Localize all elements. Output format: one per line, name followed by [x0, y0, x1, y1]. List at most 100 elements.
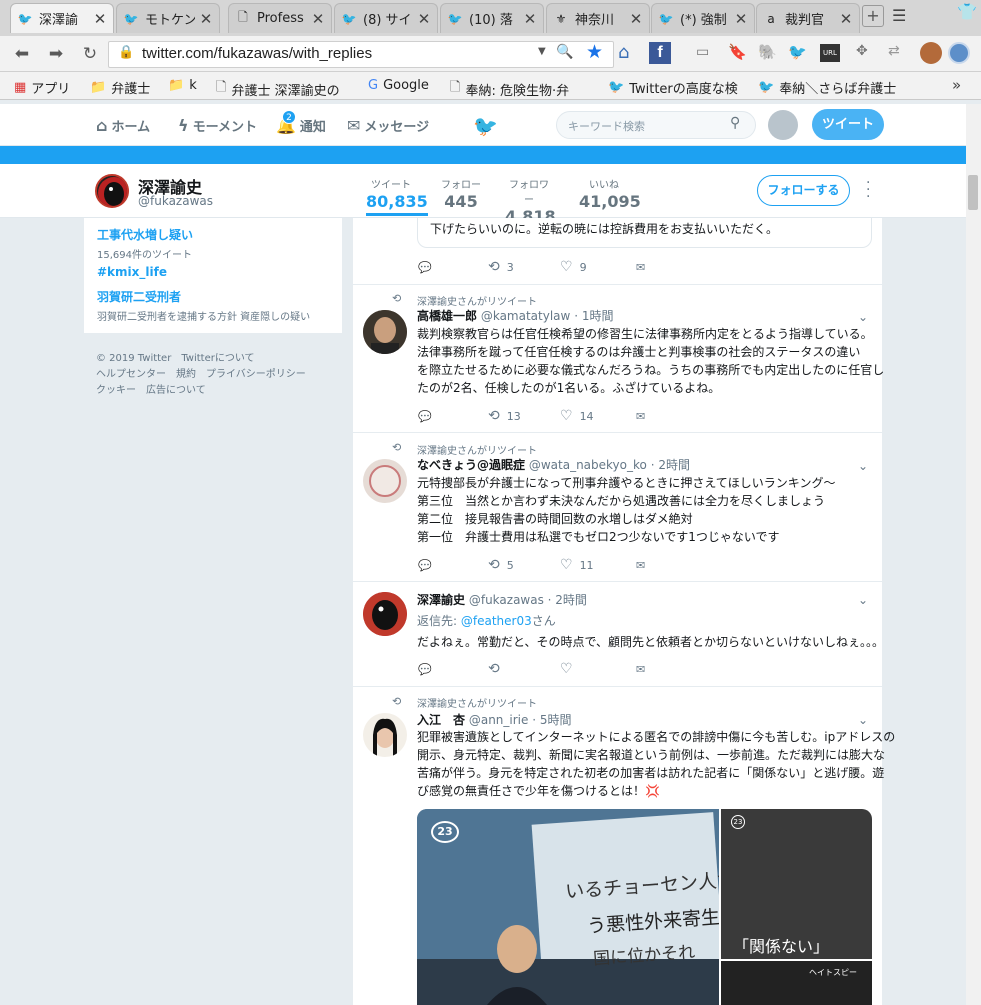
chevron-down-icon[interactable]: ⌄	[858, 593, 868, 607]
browser-tab[interactable]: 🐦 (8) サイ ✕	[334, 3, 438, 33]
tab-list-icon[interactable]: ☰	[892, 6, 906, 25]
profile-avatar[interactable]	[95, 174, 129, 208]
bookmark-item[interactable]: G Google	[368, 78, 429, 93]
reply-to-link[interactable]: @feather03	[461, 614, 532, 628]
message-icon[interactable]: ✉	[636, 559, 645, 572]
reply-icon[interactable]: 💬	[418, 261, 488, 274]
profile-stat[interactable]: いいね 41,095	[579, 176, 641, 211]
new-tab-button[interactable]: +	[862, 5, 884, 27]
footer-link[interactable]: プライバシーポリシー	[206, 369, 306, 380]
trend-item[interactable]: 工事代水増し疑い 15,694件のツイート	[97, 226, 193, 261]
browser-tab[interactable]: 🐦 (10) 落 ✕	[440, 3, 544, 33]
bookmark-item[interactable]: 📁 k	[168, 78, 197, 93]
reply-icon[interactable]: 💬	[418, 410, 488, 423]
trend-item[interactable]: 羽賀研二受刑者 羽賀研二受刑者を逮捕する方針 資産隠しの疑い	[97, 288, 310, 323]
bookmark-item[interactable]: 📁 弁護士	[90, 78, 150, 97]
chevron-down-icon[interactable]: ⌄	[858, 459, 868, 473]
chevron-down-icon[interactable]: ⌄	[858, 713, 868, 727]
account-icon[interactable]: 👕	[957, 2, 977, 21]
trend-item[interactable]: #kmix_life	[97, 265, 167, 279]
tweet-media-image[interactable]: ヘイトスピー	[721, 961, 872, 1005]
follow-button[interactable]: フォローする	[757, 175, 850, 206]
twitter-logo-icon[interactable]: 🐦	[473, 114, 498, 138]
footer-link[interactable]: クッキー	[96, 385, 136, 396]
retweeted-by[interactable]: 深澤諭史さんがリツイート	[417, 293, 537, 308]
browser-tab[interactable]: 🐦 モトケン ✕	[116, 3, 220, 33]
footer-link[interactable]: Twitterについて	[181, 353, 254, 364]
tweet-media-image[interactable]: 23 「関係ない」	[721, 809, 872, 959]
url-shortener-icon[interactable]: URL	[820, 44, 840, 62]
close-icon[interactable]: ✕	[629, 10, 643, 28]
like-action[interactable]: ♡ 11	[560, 557, 636, 573]
profile-stat[interactable]: フォロー 445	[441, 176, 481, 211]
bookmark-item[interactable]: ▦ アプリ	[14, 78, 70, 97]
zoom-icon[interactable]: 🔍	[556, 44, 573, 60]
browser-tab[interactable]: 🗋 Profess ✕	[228, 3, 332, 33]
retweet-action[interactable]: ⟲ 5	[488, 557, 560, 573]
scrollbar[interactable]	[966, 104, 981, 1005]
avatar[interactable]	[363, 592, 407, 636]
footer-link[interactable]: 規約	[176, 369, 196, 380]
browser-tab[interactable]: 🐦 深澤諭 ✕	[10, 3, 114, 33]
profile-stat[interactable]: ツイート 80,835	[366, 176, 428, 211]
bookmark-item[interactable]: 🐦 奉納＼さらば弁護士	[758, 78, 896, 97]
avatar[interactable]	[363, 310, 407, 354]
bookmark-item[interactable]: 🗋 奉納: 危険生物·弁	[450, 78, 569, 100]
close-icon[interactable]: ✕	[734, 10, 748, 28]
tweet-author[interactable]: 深澤諭史 @fukazawas · 2時間	[417, 591, 587, 608]
more-options-icon[interactable]: · · ·	[866, 176, 870, 204]
close-icon[interactable]: ✕	[93, 10, 107, 28]
search-icon[interactable]: ⚲	[730, 115, 740, 131]
footer-link[interactable]: ヘルプセンター	[96, 369, 166, 380]
bookmark-star-icon[interactable]: ★	[586, 41, 603, 63]
profile-handle[interactable]: @fukazawas	[138, 194, 213, 208]
extension-icon[interactable]: ✥	[856, 43, 868, 59]
heart-icon[interactable]: ♡	[560, 661, 636, 677]
chevron-down-icon[interactable]: ⌄	[858, 310, 868, 324]
reply-icon[interactable]: 💬	[418, 559, 488, 572]
scrollbar-thumb[interactable]	[968, 175, 978, 210]
browser-tab[interactable]: a 裁判官 ✕	[756, 3, 860, 33]
like-action[interactable]: ♡ 9	[560, 259, 636, 275]
tweet-button[interactable]: ツイート	[812, 109, 884, 140]
back-icon[interactable]: ⬅	[10, 42, 34, 66]
facebook-icon[interactable]: f	[649, 42, 671, 64]
message-icon[interactable]: ✉	[636, 261, 645, 274]
reply-icon[interactable]: 💬	[418, 663, 488, 676]
retweet-action[interactable]: ⟲ 3	[488, 259, 560, 275]
browser-tab[interactable]: 🐦 (*) 強制 ✕	[651, 3, 755, 33]
close-icon[interactable]: ✕	[523, 10, 537, 28]
profile-avatar-icon[interactable]	[920, 42, 942, 64]
retweeted-by[interactable]: 深澤諭史さんがリツイート	[417, 695, 537, 710]
bookmarks-icon[interactable]: 🔖	[728, 43, 747, 61]
user-avatar[interactable]	[768, 110, 798, 140]
reload-icon[interactable]: ↻	[78, 42, 102, 66]
bookmark-item[interactable]: 🗋 弁護士 深澤諭史の	[216, 78, 340, 100]
message-icon[interactable]: ✉	[636, 663, 645, 676]
twitter-extension-icon[interactable]: 🐦	[788, 43, 807, 61]
footer-link[interactable]: 広告について	[146, 385, 206, 396]
forward-icon[interactable]: ➡	[44, 42, 68, 66]
shuffle-icon[interactable]: ⇄	[888, 43, 900, 59]
bookmark-item[interactable]: 🐦 Twitterの高度な検	[608, 78, 738, 97]
like-action[interactable]: ♡ 14	[560, 408, 636, 424]
retweet-action[interactable]: ⟲ 13	[488, 408, 560, 424]
browser-tab[interactable]: ⚜ 神奈川 ✕	[546, 3, 650, 33]
tweet-author[interactable]: 高橋雄一郎 @kamatatylaw · 1時間	[417, 307, 613, 324]
nav-moments[interactable]: ϟ モーメント	[178, 116, 257, 135]
nav-messages[interactable]: ✉ メッセージ	[347, 116, 429, 135]
dropdown-icon[interactable]: ▼	[538, 46, 546, 57]
close-icon[interactable]: ✕	[417, 10, 431, 28]
avatar[interactable]	[363, 713, 407, 757]
retweeted-by[interactable]: 深澤諭史さんがリツイート	[417, 442, 537, 457]
tweet-author[interactable]: なべきょう@過眠症 @wata_nabekyo_ko · 2時間	[417, 456, 690, 473]
close-icon[interactable]: ✕	[311, 10, 325, 28]
retweet-icon[interactable]: ⟲	[488, 661, 560, 677]
tweet-author[interactable]: 入江 杏 @ann_irie · 5時間	[417, 711, 572, 728]
evernote-icon[interactable]: 🐘	[758, 43, 777, 61]
bookmarks-overflow[interactable]: »	[952, 76, 961, 94]
avatar[interactable]	[363, 459, 407, 503]
url-text[interactable]: twitter.com/fukazawas/with_replies	[142, 45, 372, 62]
message-icon[interactable]: ✉	[636, 410, 645, 423]
close-icon[interactable]: ✕	[199, 10, 213, 28]
